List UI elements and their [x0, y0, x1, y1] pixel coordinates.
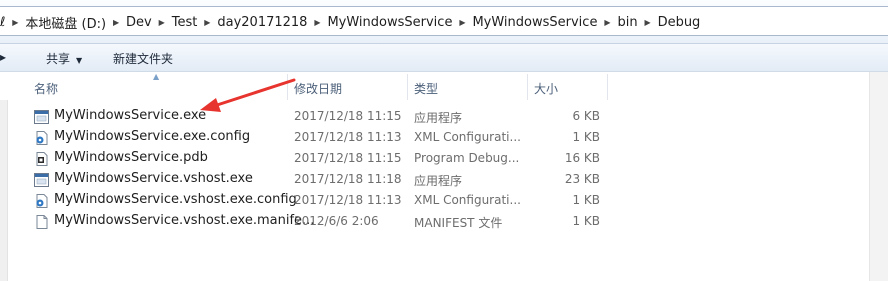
file-name: MyWindowsService.vshost.exe.manife...	[54, 213, 315, 228]
column-header-size[interactable]: 大小	[534, 80, 558, 97]
file-type: XML Configurati...	[414, 193, 521, 207]
breadcrumb-item[interactable]: 本地磁盘 (D:)	[21, 13, 110, 32]
file-type: Program Debug...	[414, 151, 520, 165]
column-divider[interactable]	[607, 74, 608, 100]
column-header-row: 名称 修改日期 类型 大小	[30, 72, 610, 102]
breadcrumb-separator-icon[interactable]	[9, 17, 21, 28]
file-size: 1 KB	[572, 214, 600, 228]
file-size: 6 KB	[572, 109, 600, 123]
command-toolbar: ▸ 共享 ▼ 新建文件夹	[0, 44, 888, 72]
file-row[interactable]: MyWindowsService.exe 2017/12/18 11:15 应用…	[30, 107, 610, 127]
breadcrumb-item[interactable]: Debug	[654, 15, 705, 30]
file-row[interactable]: MyWindowsService.vshost.exe.manife... 20…	[30, 212, 610, 232]
column-divider[interactable]	[527, 74, 528, 100]
file-date: 2017/12/18 11:15	[294, 109, 402, 123]
column-header-type[interactable]: 类型	[414, 80, 438, 97]
annotation-arrow-icon	[200, 78, 296, 112]
config-icon	[36, 194, 48, 208]
breadcrumb-separator-icon[interactable]	[156, 17, 168, 28]
breadcrumb-separator-icon[interactable]	[201, 17, 213, 28]
chevron-down-icon: ▼	[76, 56, 83, 65]
file-type: 应用程序	[414, 174, 463, 188]
file-name: MyWindowsService.exe	[54, 108, 207, 123]
file-name: MyWindowsService.pdb	[54, 150, 208, 165]
file-date: 2012/6/6 2:06	[294, 214, 379, 228]
breadcrumb-item[interactable]: MyWindowsService	[468, 15, 601, 30]
file-date: 2017/12/18 11:13	[294, 130, 402, 144]
breadcrumb-item[interactable]: day20171218	[213, 15, 311, 30]
file-row[interactable]: MyWindowsService.exe.config 2017/12/18 1…	[30, 128, 610, 148]
vertical-scrollbar[interactable]	[869, 72, 888, 281]
breadcrumb-item[interactable]: Test	[168, 15, 202, 30]
file-type: MANIFEST 文件	[414, 216, 503, 230]
file-row[interactable]: MyWindowsService.pdb 2017/12/18 11:15 Pr…	[30, 149, 610, 169]
share-button[interactable]: 共享 ▼	[46, 50, 82, 67]
file-date: 2017/12/18 11:18	[294, 172, 402, 186]
breadcrumb-item[interactable]: Dev	[122, 15, 156, 30]
column-header-name[interactable]: 名称	[34, 80, 58, 97]
breadcrumb-item[interactable]: bin	[613, 15, 641, 30]
file-name: MyWindowsService.vshost.exe.config	[54, 192, 297, 207]
breadcrumb-separator-icon[interactable]	[110, 17, 122, 28]
navigation-pane-scrollbar[interactable]	[0, 100, 8, 281]
pdb-icon	[36, 152, 48, 166]
breadcrumb-separator-icon[interactable]	[456, 17, 468, 28]
breadcrumb-separator-icon[interactable]	[601, 17, 613, 28]
breadcrumb-separator-icon[interactable]	[642, 17, 654, 28]
file-date: 2017/12/18 11:15	[294, 151, 402, 165]
file-name: MyWindowsService.exe.config	[54, 129, 251, 144]
address-bar[interactable]: ℓ 本地磁盘 (D:) Dev Test day20171218 MyWindo…	[0, 0, 888, 44]
toolbar-overflow-caret-icon[interactable]: ▸	[0, 50, 6, 64]
file-row[interactable]: MyWindowsService.vshost.exe 2017/12/18 1…	[30, 170, 610, 190]
file-icon	[36, 215, 48, 229]
file-type: 应用程序	[414, 111, 463, 125]
new-folder-button[interactable]: 新建文件夹	[113, 50, 173, 67]
share-label: 共享	[46, 52, 71, 66]
breadcrumb-edge: ℓ	[0, 14, 6, 30]
file-name: MyWindowsService.vshost.exe	[54, 171, 253, 186]
breadcrumb: ℓ 本地磁盘 (D:) Dev Test day20171218 MyWindo…	[0, 13, 705, 32]
config-icon	[36, 131, 48, 145]
column-header-date[interactable]: 修改日期	[294, 80, 342, 97]
column-divider[interactable]	[407, 74, 408, 100]
file-type: XML Configurati...	[414, 130, 521, 144]
file-row[interactable]: MyWindowsService.vshost.exe.config 2017/…	[30, 191, 610, 211]
breadcrumb-item[interactable]: MyWindowsService	[323, 15, 456, 30]
file-size: 1 KB	[572, 193, 600, 207]
file-date: 2017/12/18 11:13	[294, 193, 402, 207]
file-size: 23 KB	[564, 172, 600, 186]
exe-icon	[34, 110, 49, 124]
file-size: 1 KB	[572, 130, 600, 144]
exe-icon	[34, 173, 49, 187]
file-size: 16 KB	[564, 151, 600, 165]
address-box[interactable]: ℓ 本地磁盘 (D:) Dev Test day20171218 MyWindo…	[0, 6, 888, 36]
breadcrumb-separator-icon[interactable]	[311, 17, 323, 28]
